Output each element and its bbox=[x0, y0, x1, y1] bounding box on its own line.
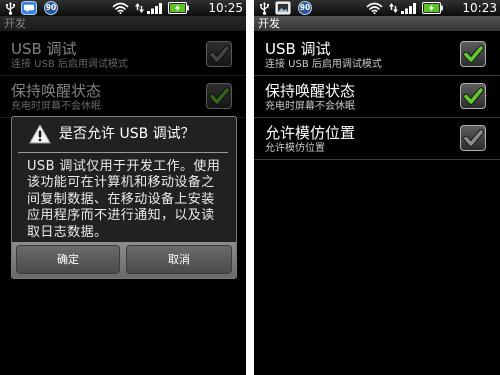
signal-icon bbox=[401, 0, 417, 16]
warning-icon bbox=[29, 124, 51, 144]
battery-charging-icon bbox=[168, 0, 189, 16]
settings-list: USB 调试 连接 USB 后启用调试模式 保持唤醒状态 充电时屏幕不会休眠 允… bbox=[254, 34, 500, 160]
dialog-message-line: 取日志数据。 bbox=[27, 224, 108, 240]
setting-summary: 充电时屏幕不会休眠 bbox=[265, 101, 355, 112]
checkmark-icon bbox=[463, 129, 484, 147]
setting-title: USB 调试 bbox=[265, 40, 331, 58]
usb-icon bbox=[5, 0, 16, 16]
status-badge: 90 bbox=[44, 1, 58, 15]
wifi-icon bbox=[366, 0, 383, 16]
signal-icon bbox=[147, 0, 163, 16]
setting-summary: 连接 USB 后启用调试模式 bbox=[265, 59, 382, 70]
dialog-message-line: 应用程序而不进行通知，以及读 bbox=[27, 208, 215, 224]
status-bar[interactable]: 90 10:25 bbox=[0, 0, 246, 16]
checkmark-icon bbox=[463, 87, 484, 105]
setting-stay-awake[interactable]: 保持唤醒状态 充电时屏幕不会休眠 bbox=[254, 76, 500, 118]
clock: 10:25 bbox=[208, 1, 243, 15]
usb-debugging-dialog: 是否允许 USB 调试？ USB 调试仅用于开发工作。使用 该功能可在计算机和移… bbox=[11, 116, 237, 279]
setting-title: 允许模仿位置 bbox=[265, 124, 356, 142]
dialog-divider bbox=[18, 152, 228, 153]
checkmark-icon bbox=[463, 45, 484, 63]
dialog-message-line: 该功能可在计算机和移动设备之 bbox=[27, 175, 215, 191]
screenshot-pair: 90 10:25 开发 USB 调试 连接 USB 后启用调试模式 bbox=[0, 0, 500, 375]
setting-title: 保持唤醒状态 bbox=[265, 82, 356, 100]
chat-notification-icon bbox=[21, 0, 37, 16]
cancel-button[interactable]: 取消 bbox=[126, 245, 232, 274]
usb-debugging-checkbox[interactable] bbox=[460, 41, 486, 67]
dialog-message: USB 调试仅用于开发工作。使用 该功能可在计算机和移动设备之 间复制数据、在移… bbox=[27, 159, 228, 241]
title-bar: 开发 bbox=[254, 16, 500, 31]
dialog-message-line: 间复制数据、在移动设备上安装 bbox=[27, 191, 215, 207]
dialog-message-line: USB 调试仅用于开发工作。使用 bbox=[27, 159, 221, 174]
page-title: 开发 bbox=[258, 17, 280, 30]
phone-screen-left: 90 10:25 开发 USB 调试 连接 USB 后启用调试模式 bbox=[0, 0, 246, 375]
clock: 10:23 bbox=[462, 1, 497, 15]
data-activity-icon bbox=[389, 0, 398, 16]
mock-locations-checkbox[interactable] bbox=[460, 125, 486, 151]
setting-summary: 允许模仿位置 bbox=[265, 143, 325, 154]
picture-notification-icon bbox=[275, 0, 291, 16]
wifi-icon bbox=[112, 0, 129, 16]
dialog-button-bar: 确定 取消 bbox=[12, 242, 236, 278]
dialog-title: 是否允许 USB 调试？ bbox=[59, 126, 195, 142]
status-badge: 90 bbox=[298, 1, 312, 15]
stay-awake-checkbox[interactable] bbox=[460, 83, 486, 109]
status-bar[interactable]: 90 10:23 bbox=[254, 0, 500, 16]
data-activity-icon bbox=[135, 0, 144, 16]
usb-icon bbox=[259, 0, 270, 16]
ok-button[interactable]: 确定 bbox=[16, 245, 120, 274]
setting-mock-locations[interactable]: 允许模仿位置 允许模仿位置 bbox=[254, 118, 500, 160]
setting-usb-debugging[interactable]: USB 调试 连接 USB 后启用调试模式 bbox=[254, 34, 500, 76]
battery-charging-icon bbox=[422, 0, 443, 16]
phone-screen-right: 90 10:23 开发 USB 调试 连接 USB 后启用调试模式 保持唤醒状态… bbox=[254, 0, 500, 375]
